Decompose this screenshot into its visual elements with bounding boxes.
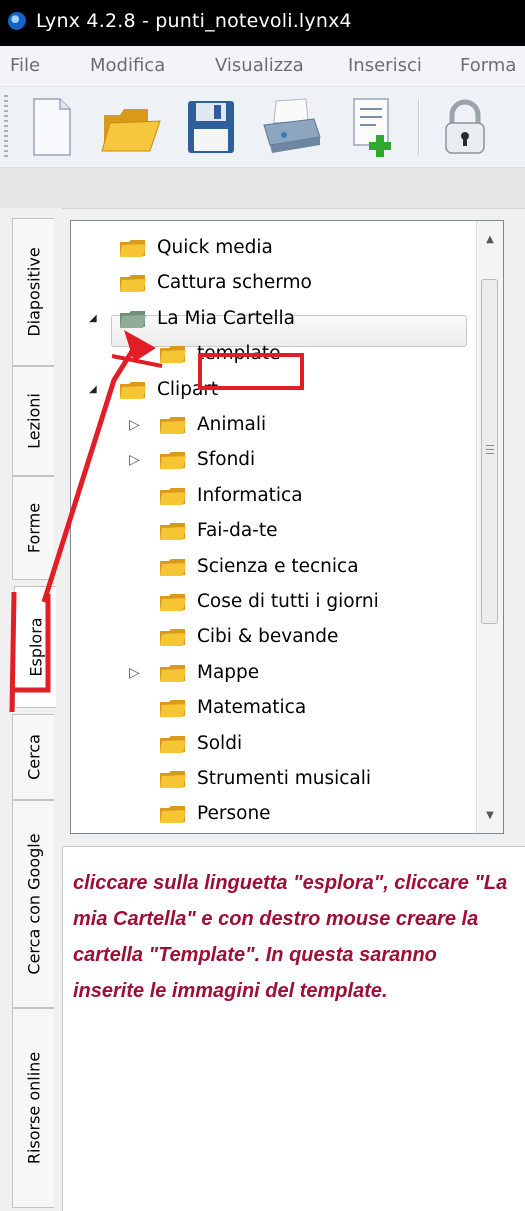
- tree-item-label: Cattura schermo: [157, 272, 312, 294]
- title-bar: Lynx 4.2.8 - punti_notevoli.lynx4: [0, 0, 525, 46]
- tree-item-label: Strumenti musicali: [197, 768, 372, 789]
- scrollbar-thumb[interactable]: [481, 279, 498, 624]
- open-folder-icon: [101, 109, 161, 152]
- tab-cerca[interactable]: Cerca: [12, 714, 54, 800]
- folder-icon: [120, 240, 146, 257]
- tab-label: Esplora: [26, 617, 45, 677]
- folder-icon: [160, 629, 186, 647]
- tree-item-label: Cose di tutti i giorni: [197, 591, 379, 612]
- folder-icon: [160, 523, 186, 541]
- description-panel: cliccare sulla linguetta "esplora", clic…: [62, 846, 525, 1211]
- menu-file[interactable]: File: [10, 55, 40, 76]
- folder-icon: [120, 275, 146, 293]
- tab-label: Forme: [24, 502, 43, 554]
- tree-item-label: Mappe: [197, 661, 260, 683]
- toolbar-strip: [0, 168, 525, 209]
- add-page-button[interactable]: [340, 95, 406, 159]
- tree-item-label: Scienza e tecnica: [197, 555, 359, 577]
- toolbar-separator: [418, 99, 419, 155]
- printer-icon: [263, 98, 321, 153]
- tree-item-label: Matematica: [197, 697, 307, 719]
- folder-icon: [160, 735, 186, 753]
- folder-icon: [160, 558, 186, 576]
- instruction-text: cliccare sulla linguetta "esplora", clic…: [73, 872, 508, 1002]
- folder-icon: [160, 487, 186, 505]
- collapsed-triangle-icon[interactable]: ▷: [129, 408, 140, 442]
- tree-scrollbar[interactable]: ▲ ▼: [476, 221, 503, 833]
- folder-icon: [160, 806, 186, 824]
- folder-icon: [160, 452, 186, 470]
- open-button[interactable]: [98, 95, 164, 159]
- expanded-triangle-icon[interactable]: ◢: [89, 302, 97, 336]
- collapsed-triangle-icon[interactable]: ▷: [129, 443, 140, 477]
- tab-label: Risorse online: [24, 1051, 43, 1165]
- tab-label: Lezioni: [24, 393, 43, 449]
- menu-bar: File Modifica Visualizza Inserisci Forma: [0, 46, 525, 87]
- folder-icon: [160, 700, 186, 718]
- folder-icon: [120, 381, 146, 399]
- tab-esplora[interactable]: Esplora: [14, 586, 56, 708]
- tree-item-label: Informatica: [197, 484, 303, 506]
- tree-item-label: Persone: [197, 803, 271, 825]
- toolbar: [0, 87, 525, 168]
- folder-icon: [160, 664, 186, 682]
- tree-item-label: Cibi & bevande: [197, 626, 339, 648]
- tree-item-label: Clipart: [157, 378, 219, 400]
- expanded-triangle-icon[interactable]: ◢: [89, 373, 97, 407]
- tree-item-label: Quick media: [157, 237, 273, 258]
- page-plus-icon: [353, 98, 391, 157]
- tab-label: Cerca con Google: [24, 833, 43, 975]
- tab-forme[interactable]: Forme: [12, 476, 54, 580]
- tree-item-label: Soldi: [197, 732, 243, 754]
- menu-inserisci[interactable]: Inserisci: [348, 55, 422, 76]
- tab-risorse-online[interactable]: Risorse online: [12, 1008, 54, 1208]
- tab-label: Diapositive: [24, 247, 43, 337]
- padlock-icon: [445, 99, 485, 154]
- collapsed-triangle-icon[interactable]: ▷: [129, 656, 140, 690]
- tree-item-label: Animali: [197, 414, 267, 435]
- app-icon: [8, 12, 26, 30]
- folder-icon: [160, 346, 186, 364]
- folder-icon: [160, 417, 186, 434]
- tree-item-label: Sfondi: [197, 449, 256, 471]
- lock-button[interactable]: [432, 95, 498, 159]
- vertical-tab-strip: Diapositive Lezioni Forme Esplora Cerca …: [0, 208, 62, 1211]
- tab-cerca-con-google[interactable]: Cerca con Google: [12, 800, 54, 1008]
- tab-label: Cerca: [24, 734, 43, 780]
- folder-icon: [160, 594, 186, 611]
- save-button[interactable]: [178, 95, 244, 159]
- scroll-down-arrow-icon[interactable]: ▼: [477, 803, 503, 829]
- menu-forma[interactable]: Forma: [460, 55, 516, 76]
- folder-icon: [160, 771, 186, 788]
- floppy-disk-icon: [188, 101, 234, 153]
- toolbar-grip[interactable]: [4, 95, 8, 159]
- tab-lezioni[interactable]: Lezioni: [12, 366, 54, 476]
- folder-tree[interactable]: Quick media Cattura schermo ◢ La Mia Cartel…: [70, 220, 504, 834]
- new-document-button[interactable]: [18, 95, 84, 159]
- scrollbar-grip-icon: [486, 445, 494, 454]
- tree-item-label: La Mia Cartella: [157, 307, 295, 329]
- blank-page-icon: [33, 98, 71, 156]
- tab-diapositive[interactable]: Diapositive: [12, 218, 54, 366]
- print-button[interactable]: [258, 95, 324, 159]
- tree-item-label: template: [197, 343, 281, 365]
- menu-visualizza[interactable]: Visualizza: [215, 55, 304, 76]
- window-title: Lynx 4.2.8 - punti_notevoli.lynx4: [36, 10, 352, 32]
- scroll-up-arrow-icon[interactable]: ▲: [477, 227, 503, 253]
- menu-modifica[interactable]: Modifica: [90, 55, 165, 76]
- folder-icon: [120, 310, 146, 328]
- tree-item-label: Fai-da-te: [197, 520, 278, 542]
